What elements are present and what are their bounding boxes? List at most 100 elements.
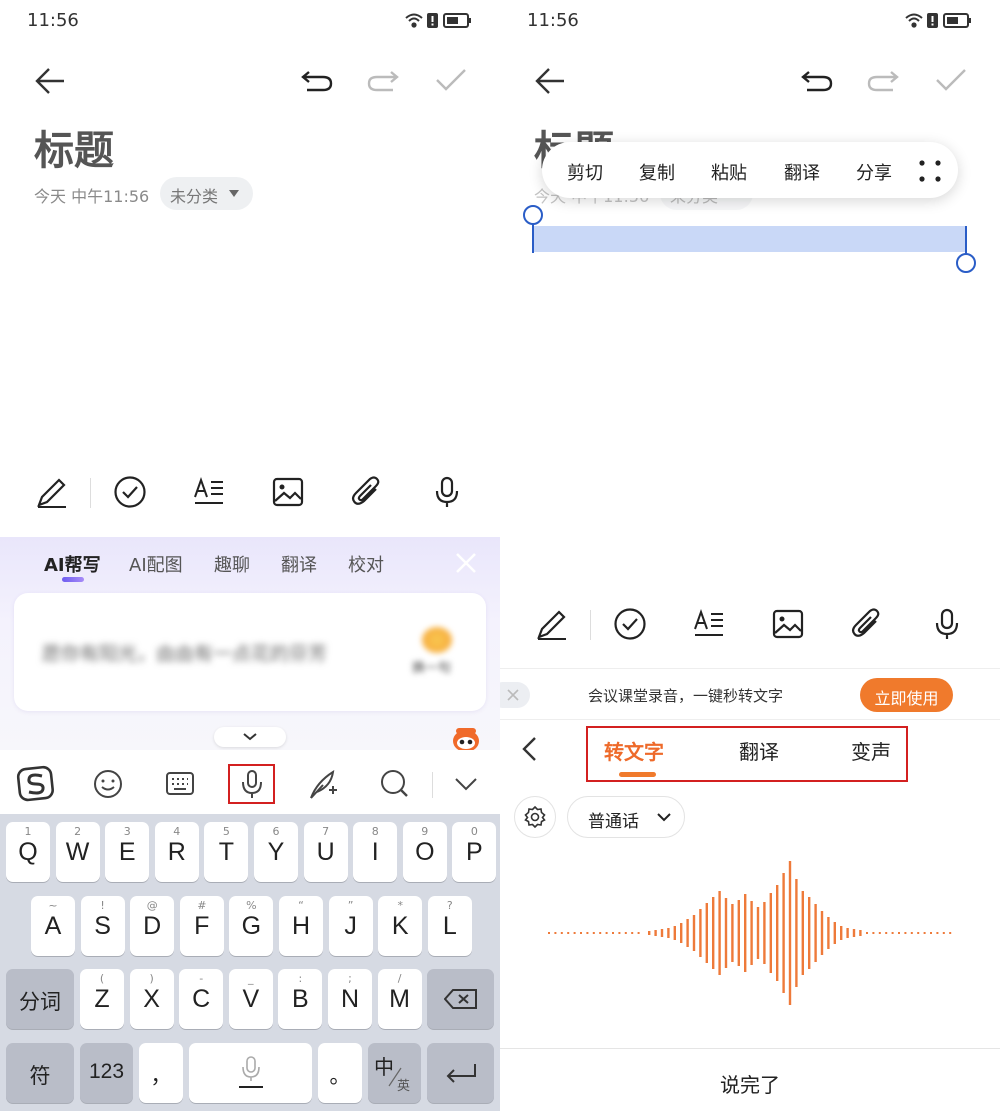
selection-start-handle[interactable] xyxy=(523,205,543,225)
key-hint: 3 xyxy=(123,825,131,838)
key-q[interactable]: 1Q xyxy=(6,822,50,882)
attachment-icon[interactable] xyxy=(850,607,884,641)
undo-icon[interactable] xyxy=(301,70,333,92)
redo-icon[interactable] xyxy=(367,70,399,92)
refresh-badge[interactable]: 换一句 xyxy=(410,627,466,677)
promo-close-button[interactable] xyxy=(500,682,530,708)
wave-dot xyxy=(910,932,913,934)
collapse-button[interactable] xyxy=(214,727,286,747)
emoji-icon[interactable] xyxy=(88,764,128,804)
pen-icon[interactable] xyxy=(535,607,569,641)
key-i[interactable]: 8I xyxy=(353,822,398,882)
key-letter: C xyxy=(192,985,211,1013)
key-x[interactable]: ) X xyxy=(129,969,174,1029)
confirm-check-icon[interactable] xyxy=(435,68,467,92)
ai-suggestion-card[interactable]: 愿你有阳光，由由有一点花的芬芳 换一句 xyxy=(14,593,486,711)
key-v[interactable]: _ V xyxy=(228,969,273,1029)
wave-dot xyxy=(599,932,602,934)
key-o[interactable]: 9O xyxy=(402,822,447,882)
voice-input-highlight[interactable] xyxy=(228,764,275,804)
image-icon[interactable] xyxy=(771,607,805,641)
key-hint: # xyxy=(197,899,207,912)
attachment-icon[interactable] xyxy=(350,475,384,509)
menu-share[interactable]: 分享 xyxy=(856,159,892,185)
menu-paste[interactable]: 粘贴 xyxy=(711,159,747,185)
undo-icon[interactable] xyxy=(801,70,833,92)
key-s[interactable]: ! S xyxy=(80,896,125,956)
text-format-icon[interactable] xyxy=(692,607,726,641)
key-numbers[interactable]: 123 xyxy=(80,1043,133,1103)
key-a[interactable]: ~ A xyxy=(31,896,75,956)
redo-icon[interactable] xyxy=(867,70,899,92)
key-r[interactable]: 4R xyxy=(154,822,199,882)
key-w[interactable]: 2W xyxy=(55,822,100,882)
key-d[interactable]: @ D xyxy=(130,896,175,956)
key-enter[interactable] xyxy=(427,1043,494,1103)
close-icon[interactable] xyxy=(454,551,478,575)
wave-bar xyxy=(840,926,843,940)
ai-tab-chat[interactable]: 趣聊 xyxy=(214,551,250,577)
key-period[interactable]: 。 xyxy=(318,1043,362,1103)
category-dropdown[interactable]: 未分类 xyxy=(160,177,253,210)
key-f[interactable]: # F xyxy=(179,896,224,956)
checklist-icon[interactable] xyxy=(613,607,647,641)
key-m[interactable]: / M xyxy=(377,969,422,1029)
key-u[interactable]: 7U xyxy=(303,822,348,882)
selection-end-handle[interactable] xyxy=(956,253,976,273)
language-select[interactable]: 普通话 xyxy=(567,796,685,838)
key-l[interactable]: ? L xyxy=(427,896,472,956)
text-format-icon[interactable] xyxy=(192,475,226,509)
chevron-left-icon[interactable] xyxy=(520,736,538,762)
back-arrow-icon[interactable] xyxy=(34,66,66,96)
key-z[interactable]: (Z xyxy=(80,969,124,1029)
note-title[interactable]: 标题 xyxy=(34,118,114,176)
key-h[interactable]: “H xyxy=(279,896,323,956)
key-e[interactable]: 3E xyxy=(105,822,150,882)
mascot-icon[interactable] xyxy=(451,725,481,753)
key-lang-switch[interactable]: 中英 xyxy=(368,1043,421,1103)
key-t[interactable]: 5T xyxy=(204,822,249,882)
image-icon[interactable] xyxy=(271,475,305,509)
tab-translate[interactable]: 翻译 xyxy=(739,736,779,765)
key-y[interactable]: 6Y xyxy=(254,822,298,882)
key-k[interactable]: * K xyxy=(378,896,423,956)
key-c[interactable]: -C xyxy=(179,969,224,1029)
voice-settings-button[interactable] xyxy=(514,796,556,838)
sogou-logo-icon[interactable] xyxy=(16,764,56,804)
key-g[interactable]: % G xyxy=(229,896,274,956)
microphone-icon[interactable] xyxy=(930,607,964,641)
chevron-down-icon[interactable] xyxy=(446,764,486,804)
ai-tab-translate[interactable]: 翻译 xyxy=(281,551,317,577)
menu-cut[interactable]: 剪切 xyxy=(567,159,603,185)
checklist-icon[interactable] xyxy=(113,475,147,509)
use-now-button[interactable]: 立即使用 xyxy=(860,678,953,712)
text-selection[interactable] xyxy=(534,226,966,252)
ai-tab-write[interactable]: AI帮写 xyxy=(44,551,101,577)
ai-tab-image[interactable]: AI配图 xyxy=(129,551,183,577)
back-arrow-icon[interactable] xyxy=(534,66,566,96)
key-fenci[interactable]: 分词 xyxy=(6,969,74,1029)
menu-translate[interactable]: 翻译 xyxy=(784,159,820,185)
confirm-check-icon[interactable] xyxy=(935,68,967,92)
menu-copy[interactable]: 复制 xyxy=(639,159,675,185)
pen-icon[interactable] xyxy=(35,475,69,509)
tab-voice-change[interactable]: 变声 xyxy=(851,736,891,765)
search-icon[interactable] xyxy=(375,764,415,804)
tab-speech-to-text[interactable]: 转文字 xyxy=(604,736,664,765)
more-grid-icon[interactable] xyxy=(918,159,942,183)
key-n[interactable]: ; N xyxy=(328,969,372,1029)
key-b[interactable]: :B xyxy=(278,969,323,1029)
key-symbols[interactable]: 符 xyxy=(6,1043,74,1103)
ai-tab-proofread[interactable]: 校对 xyxy=(348,551,384,577)
key-hint: / xyxy=(397,972,402,985)
keyboard-icon[interactable] xyxy=(160,764,200,804)
microphone-icon[interactable] xyxy=(430,475,464,509)
key-p[interactable]: 0P xyxy=(452,822,497,882)
done-button[interactable]: 说完了 xyxy=(500,1048,1000,1111)
key-backspace[interactable] xyxy=(427,969,494,1029)
key-j[interactable]: ” J xyxy=(328,896,373,956)
key-hint: 8 xyxy=(371,825,379,838)
key-comma[interactable]: ， xyxy=(139,1043,183,1103)
ai-quill-icon[interactable] xyxy=(303,764,343,804)
key-space[interactable] xyxy=(189,1043,312,1103)
